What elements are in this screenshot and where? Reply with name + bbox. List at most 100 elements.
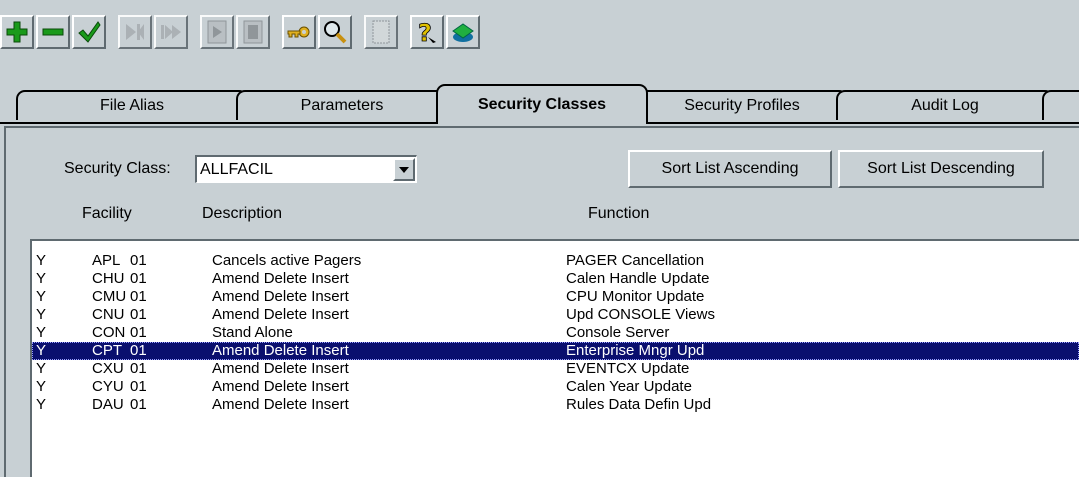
list-item[interactable]: Y CXU 01 Amend Delete Insert EVENTCX Update (32, 360, 1079, 378)
row-function: CPU Monitor Update (566, 288, 705, 305)
column-header-facility: Facility (82, 205, 132, 222)
row-description: Stand Alone (212, 324, 293, 341)
row-flag: Y (36, 360, 47, 377)
security-class-label: Security Class: (64, 160, 171, 177)
help-icon: ? (418, 19, 436, 45)
document-play-button[interactable] (200, 15, 234, 49)
accept-button[interactable] (72, 15, 106, 49)
list-item[interactable]: Y APL 01 Cancels active Pagers PAGER Cancell… (32, 252, 1079, 270)
row-flag: Y (36, 378, 47, 395)
row-flag: Y (36, 324, 47, 341)
row-facility-number: 01 (130, 342, 147, 359)
list-item[interactable]: Y CHU 01 Amend Delete Insert Calen Handle Up… (32, 270, 1079, 288)
row-facility-code: CMU (92, 288, 127, 305)
key-icon (287, 26, 310, 38)
fast-forward-icon (161, 25, 181, 39)
list-item[interactable]: Y CMU 01 Amend Delete Insert CPU Monitor Upd… (32, 288, 1079, 306)
svg-text:?: ? (418, 19, 432, 45)
tab-security-classes[interactable]: Security Classes (436, 84, 648, 124)
search-button[interactable] (318, 15, 352, 49)
tab-overflow[interactable] (1042, 90, 1079, 120)
key-button[interactable] (282, 15, 316, 49)
page-button[interactable] (364, 15, 398, 49)
row-flag: Y (36, 252, 47, 269)
skip-end-button[interactable] (118, 15, 152, 49)
row-facility-code: CYU (92, 378, 124, 395)
tab-baseline-right (646, 122, 1079, 124)
row-description: Amend Delete Insert (212, 342, 349, 359)
row-facility-code: CXU (92, 360, 124, 377)
row-flag: Y (36, 270, 47, 287)
security-class-list[interactable]: Y APL 01 Cancels active Pagers PAGER Cancell… (30, 239, 1079, 477)
list-item[interactable]: Y CON 01 Stand Alone Console Server (32, 324, 1079, 342)
row-facility-code: DAU (92, 396, 124, 413)
row-flag: Y (36, 288, 47, 305)
document-button[interactable] (236, 15, 270, 49)
row-function: Enterprise Mngr Upd (566, 342, 705, 359)
row-facility-number: 01 (130, 324, 147, 341)
remove-icon (42, 28, 64, 36)
row-facility-number: 01 (130, 270, 147, 287)
row-description: Amend Delete Insert (212, 378, 349, 395)
help-button[interactable]: ? (410, 15, 444, 49)
row-description: Amend Delete Insert (212, 288, 349, 305)
database-icon (452, 23, 474, 42)
row-facility-number: 01 (130, 288, 147, 305)
row-description: Amend Delete Insert (212, 270, 349, 287)
row-description: Amend Delete Insert (212, 396, 349, 413)
row-flag: Y (36, 342, 47, 359)
row-facility-number: 01 (130, 378, 147, 395)
chevron-down-icon (399, 166, 409, 173)
list-item[interactable]: Y CYU 01 Amend Delete Insert Calen Year Upda… (32, 378, 1079, 396)
database-button[interactable] (446, 15, 480, 49)
row-facility-code: APL (92, 252, 121, 269)
check-icon (78, 21, 101, 43)
list-item[interactable]: Y CNU 01 Amend Delete Insert Upd CONSOLE Vie… (32, 306, 1079, 324)
tab-parameters[interactable]: Parameters (236, 90, 448, 120)
row-flag: Y (36, 306, 47, 323)
row-description: Amend Delete Insert (212, 360, 349, 377)
magnifier-icon (324, 21, 347, 44)
row-function: Rules Data Defin Upd (566, 396, 712, 413)
tab-bar: File Alias Parameters Security Classes S… (0, 84, 1079, 126)
column-header-description: Description (202, 205, 283, 222)
row-function: EVENTCX Update (566, 360, 690, 377)
list-item[interactable]: Y CPT 01 Amend Delete Insert Enterprise Mngr… (32, 342, 1079, 360)
row-facility-number: 01 (130, 396, 147, 413)
list-item[interactable]: Y DAU 01 Amend Delete Insert Rules Data Defi… (32, 396, 1079, 414)
row-facility-code: CNU (92, 306, 125, 323)
document-icon (243, 20, 263, 44)
row-facility-number: 01 (130, 306, 147, 323)
row-facility-number: 01 (130, 360, 147, 377)
row-function: Calen Handle Update (566, 270, 710, 287)
add-icon (6, 21, 28, 43)
row-facility-code: CON (92, 324, 126, 341)
row-facility-code: CPT (92, 342, 122, 359)
row-function: PAGER Cancellation (566, 252, 705, 269)
row-function: Console Server (566, 324, 670, 341)
sort-ascending-button[interactable]: Sort List Ascending (628, 150, 832, 188)
row-facility-code: CHU (92, 270, 125, 287)
toolbar: ? (0, 0, 1079, 68)
tab-audit-log[interactable]: Audit Log (836, 90, 1054, 120)
document-play-icon (207, 20, 227, 44)
fast-forward-button[interactable] (154, 15, 188, 49)
page-icon (372, 20, 390, 44)
row-function: Calen Year Update (566, 378, 692, 395)
row-description: Cancels active Pagers (212, 252, 362, 269)
dropdown-button[interactable] (393, 158, 415, 181)
column-header-function: Function (588, 205, 650, 222)
tab-security-profiles[interactable]: Security Profiles (636, 90, 848, 120)
skip-end-icon (126, 24, 144, 40)
sort-descending-button[interactable]: Sort List Descending (838, 150, 1044, 188)
row-description: Amend Delete Insert (212, 306, 349, 323)
remove-button[interactable] (36, 15, 70, 49)
row-function: Upd CONSOLE Views (566, 306, 715, 323)
row-facility-number: 01 (130, 252, 147, 269)
tab-file-alias[interactable]: File Alias (16, 90, 248, 120)
row-flag: Y (36, 396, 47, 413)
security-class-value: ALLFACIL (200, 161, 273, 178)
security-class-select[interactable]: ALLFACIL (195, 155, 417, 183)
add-button[interactable] (0, 15, 34, 49)
tab-baseline-left (0, 122, 438, 124)
